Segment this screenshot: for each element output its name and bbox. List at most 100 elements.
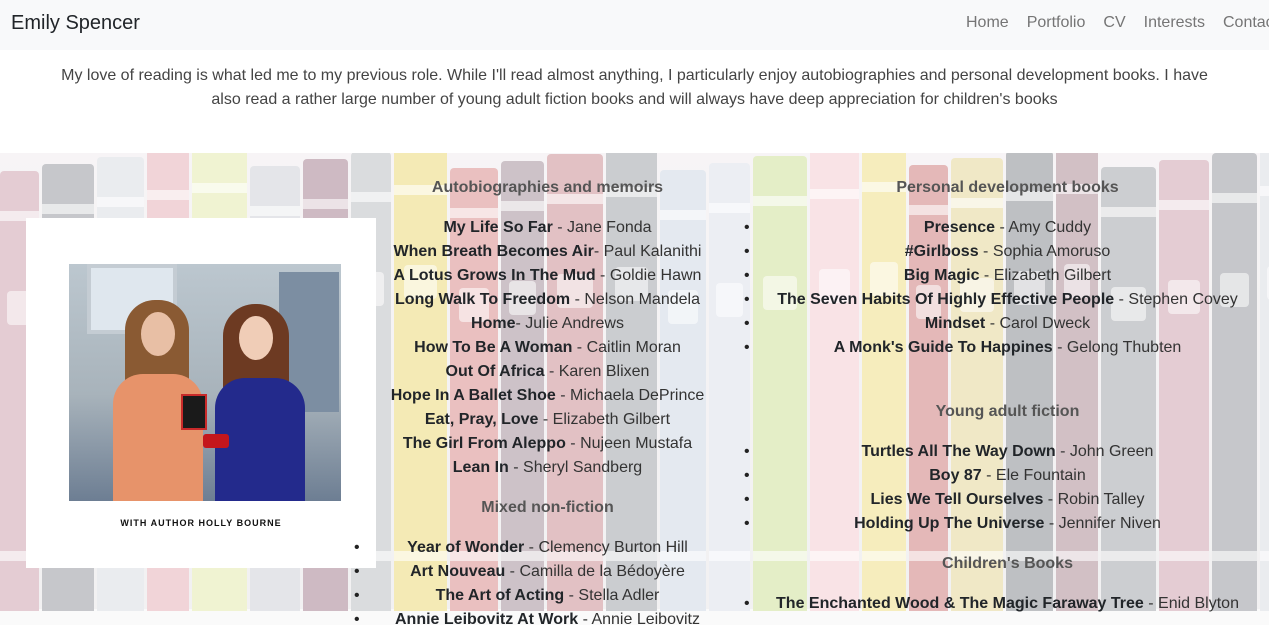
book-list-item: Annie Leibovitz At Work - Annie Leibovit…: [354, 608, 715, 625]
book-title: The Girl From Aleppo: [402, 435, 566, 452]
book-list-item: Holding Up The Universe - Jennifer Niven: [744, 512, 1245, 536]
book-list-item: Presence - Amy Cuddy: [744, 216, 1245, 240]
book-list-item: The Art of Acting - Stella Adler: [354, 584, 715, 608]
book-list-item: My Life So Far - Jane Fonda: [380, 216, 715, 240]
book-author: - Nelson Mandela: [570, 291, 700, 308]
book-title: The Seven Habits Of Highly Effective Peo…: [777, 291, 1115, 308]
book-title: Presence: [923, 219, 996, 236]
book-author: - Julie Andrews: [515, 315, 624, 332]
book-author: - Jennifer Niven: [1044, 515, 1161, 532]
book-list-item: Mindset - Carol Dweck: [744, 312, 1245, 336]
brand-link[interactable]: Emily Spencer: [11, 11, 140, 35]
section-title-mixed: Mixed non-fiction: [481, 499, 614, 516]
nav-cv[interactable]: CV: [1103, 13, 1125, 33]
book-list-item: When Breath Becomes Air- Paul Kalanithi: [380, 240, 715, 264]
book-list-item: Boy 87 - Ele Fountain: [744, 464, 1245, 488]
book-title: Turtles All The Way Down: [861, 443, 1056, 460]
book-list-item: Eat, Pray, Love - Elizabeth Gilbert: [380, 408, 715, 432]
book-author: - Stella Adler: [564, 587, 660, 604]
book-author: - Carol Dweck: [985, 315, 1091, 332]
book-list-item: Turtles All The Way Down - John Green: [744, 440, 1245, 464]
book-title: A Monk's Guide To Happines: [833, 339, 1053, 356]
book-author: - Sophia Amoruso: [978, 243, 1111, 260]
book-author: - Clemency Burton Hill: [524, 539, 688, 556]
navbar: Emily Spencer Home Portfolio CV Interest…: [0, 0, 1269, 50]
book-author: - Amy Cuddy: [995, 219, 1092, 236]
section-title-children: Children's Books: [942, 555, 1073, 572]
book-title: Boy 87: [929, 467, 982, 484]
book-list-item: Long Walk To Freedom - Nelson Mandela: [380, 288, 715, 312]
book-author: - Caitlin Moran: [572, 339, 681, 356]
book-list-item: Home- Julie Andrews: [380, 312, 715, 336]
book-author: - Goldie Hawn: [595, 267, 702, 284]
book-list-item: Big Magic - Elizabeth Gilbert: [744, 264, 1245, 288]
book-title: A Lotus Grows In The Mud: [393, 267, 596, 284]
book-list-item: The Girl From Aleppo - Nujeen Mustafa: [380, 432, 715, 456]
book-title: Long Walk To Freedom: [395, 291, 571, 308]
book-title: My Life So Far: [443, 219, 553, 236]
book-title: Art Nouveau: [410, 563, 506, 580]
nav-home[interactable]: Home: [966, 13, 1009, 33]
book-author: - Enid Blyton: [1143, 595, 1239, 612]
nav-contact[interactable]: Contact: [1223, 13, 1269, 33]
book-author: - Ele Fountain: [981, 467, 1086, 484]
mixed-list: Year of Wonder - Clemency Burton HillArt…: [354, 536, 715, 625]
book-title: Lies We Tell Ourselves: [870, 491, 1044, 508]
book-list-item: A Monk's Guide To Happines - Gelong Thub…: [744, 336, 1245, 360]
book-list-item: The Seven Habits Of Highly Effective Peo…: [744, 288, 1245, 312]
book-author: - Robin Talley: [1043, 491, 1145, 508]
book-list-item: Art Nouveau - Camilla de la Bédoyère: [354, 560, 715, 584]
book-author: - Stephen Covey: [1114, 291, 1238, 308]
book-author: - Michaela DePrince: [555, 387, 705, 404]
book-list-item: How To Be A Woman - Caitlin Moran: [380, 336, 715, 360]
book-author: - Camilla de la Bédoyère: [505, 563, 685, 580]
book-title: Eat, Pray, Love: [424, 411, 539, 428]
book-list-item: Lies We Tell Ourselves - Robin Talley: [744, 488, 1245, 512]
photo-card: WITH AUTHOR HOLLY BOURNE: [26, 218, 376, 568]
book-author: - Karen Blixen: [544, 363, 650, 380]
book-title: Lean In: [452, 459, 509, 476]
children-list: The Enchanted Wood & The Magic Faraway T…: [744, 592, 1245, 616]
book-author: - Elizabeth Gilbert: [979, 267, 1112, 284]
author-photo: [69, 264, 341, 501]
book-list-item: Lean In - Sheryl Sandberg: [380, 456, 715, 480]
book-author: - Elizabeth Gilbert: [538, 411, 671, 428]
book-author: - Paul Kalanithi: [593, 243, 702, 260]
book-list-item: The Enchanted Wood & The Magic Faraway T…: [744, 592, 1245, 616]
photo-caption: WITH AUTHOR HOLLY BOURNE: [120, 518, 282, 528]
intro-text: My love of reading is what led me to my …: [61, 67, 1208, 108]
book-title: Holding Up The Universe: [854, 515, 1045, 532]
personal-list: Presence - Amy Cuddy#Girlboss - Sophia A…: [744, 216, 1245, 360]
book-author: - Sheryl Sandberg: [508, 459, 643, 476]
book-list-item: #Girlboss - Sophia Amoruso: [744, 240, 1245, 264]
left-column: Autobiographies and memoirs My Life So F…: [354, 176, 715, 625]
section-title-young-adult: Young adult fiction: [935, 403, 1080, 420]
book-author: - Annie Leibovitz: [578, 611, 700, 625]
book-author: - John Green: [1055, 443, 1154, 460]
right-column: Personal development books Presence - Am…: [744, 176, 1245, 616]
book-title: When Breath Becomes Air: [393, 243, 594, 260]
nav-portfolio[interactable]: Portfolio: [1027, 13, 1086, 33]
book-title: Home: [471, 315, 516, 332]
book-list-item: Year of Wonder - Clemency Burton Hill: [354, 536, 715, 560]
book-title: Annie Leibovitz At Work: [395, 611, 579, 625]
book-title: The Enchanted Wood & The Magic Faraway T…: [776, 595, 1144, 612]
book-author: - Nujeen Mustafa: [565, 435, 693, 452]
book-title: The Art of Acting: [435, 587, 565, 604]
book-list-item: Out Of Africa - Karen Blixen: [380, 360, 715, 384]
book-title: How To Be A Woman: [414, 339, 573, 356]
nav-interests[interactable]: Interests: [1144, 13, 1205, 33]
section-title-autobiographies: Autobiographies and memoirs: [431, 179, 664, 196]
autobiographies-list: My Life So Far - Jane Fonda When Breath B…: [380, 216, 715, 480]
book-title: Out Of Africa: [445, 363, 545, 380]
book-title: #Girlboss: [904, 243, 979, 260]
young-adult-list: Turtles All The Way Down - John GreenBoy…: [744, 440, 1245, 536]
nav-links: Home Portfolio CV Interests Contact: [966, 13, 1269, 33]
book-author: - Gelong Thubten: [1052, 339, 1182, 356]
book-title: Big Magic: [903, 267, 980, 284]
book-title: Mindset: [924, 315, 986, 332]
book-list-item: Hope In A Ballet Shoe - Michaela DePrinc…: [380, 384, 715, 408]
book-author: - Jane Fonda: [552, 219, 652, 236]
section-title-personal: Personal development books: [896, 179, 1119, 196]
book-list-item: A Lotus Grows In The Mud - Goldie Hawn: [380, 264, 715, 288]
